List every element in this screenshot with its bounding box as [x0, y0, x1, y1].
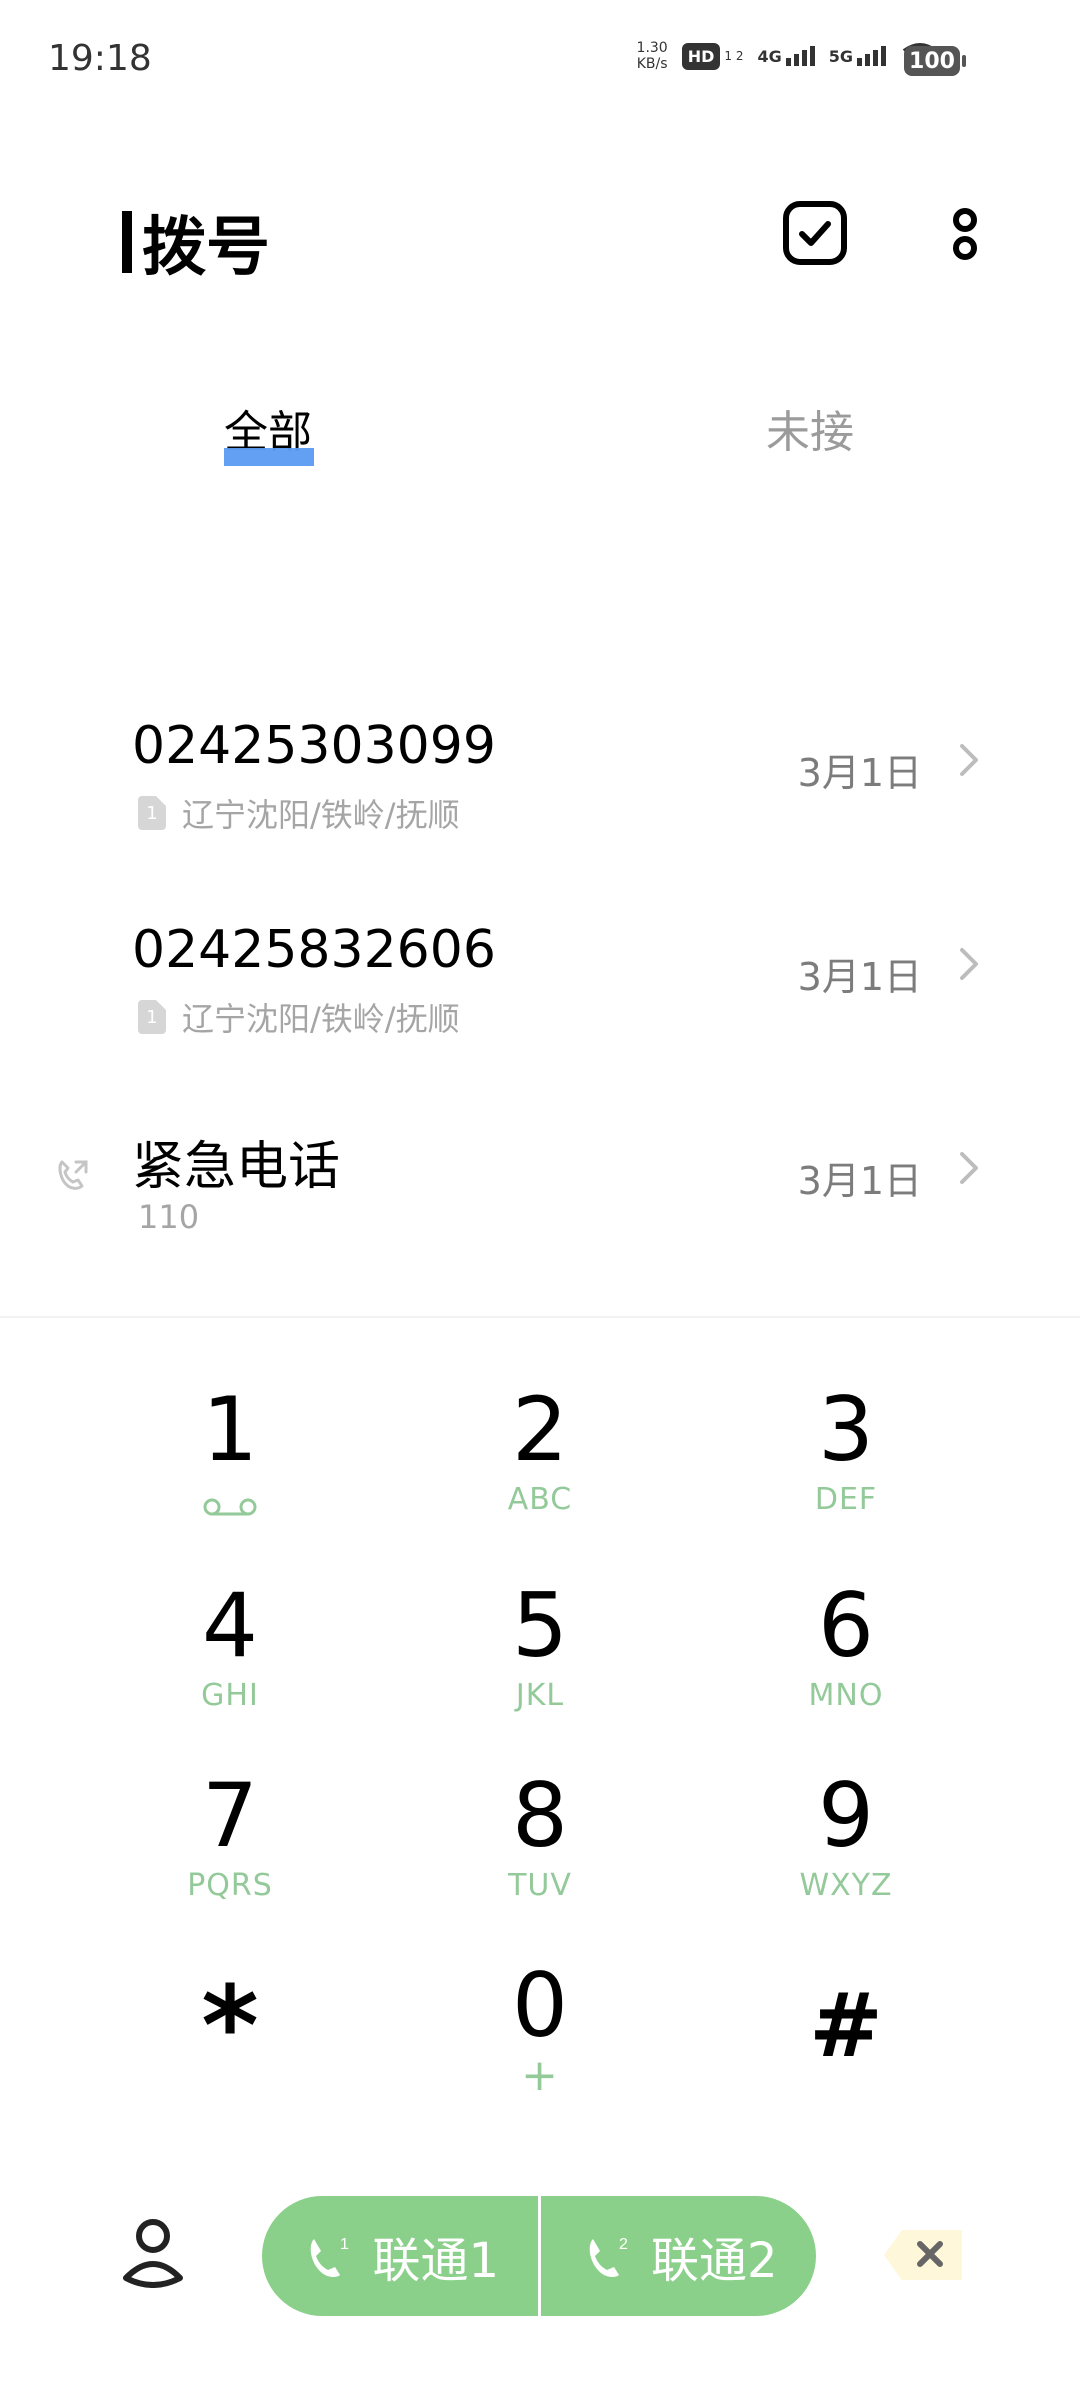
phone-sim2-icon: 2 [589, 2236, 628, 2277]
key-6[interactable]: 6 MNO [716, 1576, 976, 1746]
page-title: 拨号 [142, 211, 270, 285]
more-vert-icon [953, 208, 977, 260]
checkbox-icon [783, 201, 847, 265]
key-hash[interactable]: # [716, 1956, 976, 2126]
call-log-row[interactable]: 紧急电话 110 3月1日 [0, 1088, 1080, 1288]
call-button-group: 1 联通1 2 联通2 [262, 2196, 816, 2316]
clock: 19:18 [48, 38, 152, 79]
chevron-right-icon[interactable] [948, 738, 992, 782]
key-4[interactable]: 4 GHI [100, 1576, 360, 1746]
svg-text:1: 1 [340, 2236, 349, 2253]
dialer-bottom-bar: 1 联通1 2 联通2 [0, 2180, 1080, 2340]
sim-card-icon: 1 [138, 796, 166, 830]
call-number-sub: 110 [138, 1198, 200, 1236]
call-log-row[interactable]: 02425832606 1 辽宁沈阳/铁岭/抚顺 3月1日 [0, 884, 1080, 1084]
key-3[interactable]: 3 DEF [716, 1380, 976, 1550]
call-sim1-button[interactable]: 1 联通1 [262, 2196, 538, 2316]
call-date: 3月1日 [797, 955, 922, 999]
contacts-icon[interactable] [118, 2214, 188, 2288]
call-date: 3月1日 [797, 751, 922, 795]
tab-active-indicator [224, 448, 314, 466]
signal-4g-icon: 4G [757, 46, 815, 66]
status-bar: 19:18 1.30 KB/s HD 1 2 4G 5G 100 [0, 0, 1080, 120]
phone-sim1-icon: 1 [311, 2236, 349, 2277]
select-button[interactable] [780, 198, 850, 268]
call-log-list: 02425303099 1 辽宁沈阳/铁岭/抚顺 3月1日 0242583260… [0, 640, 1080, 1320]
key-7[interactable]: 7 PQRS [100, 1766, 360, 1936]
chevron-right-icon[interactable] [948, 942, 992, 986]
call-name: 紧急电话 [132, 1137, 341, 1197]
voicemail-icon [203, 1498, 257, 1516]
call-location: 1 辽宁沈阳/铁岭/抚顺 [138, 994, 460, 1040]
network-speed: 1.30 KB/s [636, 40, 668, 72]
dial-pad: 1 2 ABC 3 DEF 4 GHI 5 JKL 6 MNO 7 PQRS 8… [0, 1380, 1080, 2140]
key-9[interactable]: 9 WXYZ [716, 1766, 976, 1936]
title-accent-bar [122, 211, 132, 273]
hd-sim-indicator: 1 2 [724, 49, 744, 63]
page-header: 拨号 [122, 196, 270, 288]
status-icons: 1.30 KB/s HD 1 2 4G 5G [637, 40, 940, 72]
tab-missed[interactable]: 未接 [766, 396, 854, 460]
key-star[interactable]: * [100, 1956, 360, 2126]
call-location: 1 辽宁沈阳/铁岭/抚顺 [138, 790, 460, 836]
outgoing-call-icon [58, 1160, 88, 1190]
key-1[interactable]: 1 [100, 1380, 360, 1550]
chevron-right-icon[interactable] [948, 1146, 992, 1190]
sim-card-icon: 1 [138, 1000, 166, 1034]
call-sim2-button[interactable]: 2 联通2 [537, 2196, 817, 2316]
more-options-button[interactable] [930, 198, 1000, 268]
call-number: 02425303099 [132, 716, 496, 776]
call-log-row[interactable]: 02425303099 1 辽宁沈阳/铁岭/抚顺 3月1日 [0, 680, 1080, 880]
keypad-divider [0, 1316, 1080, 1318]
key-0[interactable]: 0 + [410, 1956, 670, 2126]
signal-5g-icon: 5G [829, 46, 886, 66]
key-2[interactable]: 2 ABC [410, 1380, 670, 1550]
call-date: 3月1日 [797, 1159, 922, 1203]
battery-icon: 100 [904, 46, 966, 76]
backspace-icon[interactable] [882, 2224, 970, 2286]
call-number: 02425832606 [132, 920, 496, 980]
svg-text:2: 2 [619, 2236, 628, 2253]
key-5[interactable]: 5 JKL [410, 1576, 670, 1746]
hd-voice-icon: HD [681, 42, 721, 70]
key-8[interactable]: 8 TUV [410, 1766, 670, 1936]
